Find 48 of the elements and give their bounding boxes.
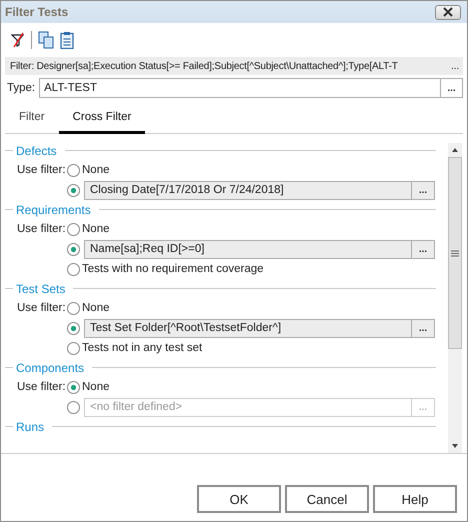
browse-button[interactable]: ... <box>411 240 434 258</box>
browse-button[interactable]: ... <box>411 182 434 198</box>
more-indicator: ... <box>451 60 459 72</box>
section-heading: Components <box>16 360 84 374</box>
radio-label[interactable]: None <box>82 164 110 176</box>
close-icon <box>441 7 455 17</box>
grip-icon <box>451 250 459 256</box>
scrollbar[interactable] <box>448 143 462 453</box>
radio-label[interactable]: Tests not in any test set <box>82 342 202 354</box>
radio-button[interactable] <box>67 322 80 334</box>
use-filter-label: Use filter: <box>17 381 66 393</box>
section-heading: Test Sets <box>16 282 66 296</box>
close-button[interactable] <box>435 4 461 20</box>
radio-label[interactable]: Tests with no requirement coverage <box>82 263 264 275</box>
dialog-button[interactable]: OK <box>197 485 281 513</box>
dialog-button[interactable]: Cancel <box>285 485 369 513</box>
radio-button[interactable] <box>67 222 80 236</box>
radio-label[interactable]: None <box>82 302 110 314</box>
use-filter-label: Use filter: <box>17 164 66 176</box>
use-filter-label: Use filter: <box>17 302 66 314</box>
tab[interactable]: Filter <box>5 103 59 134</box>
filter-summary: Filter: Designer[sa];Execution Status[>= Failed];Subject[^Subject\Unattached^];Type[ALT-T <box>10 60 398 72</box>
radio-label[interactable]: None <box>82 223 110 235</box>
radio-button[interactable] <box>67 342 80 354</box>
filter-field[interactable]: Closing Date[7/17/2018 Or 7/24/2018] ... <box>84 180 435 200</box>
radio-button[interactable] <box>67 184 80 196</box>
filter-field[interactable]: Name[sa];Req ID[>=0] ... <box>84 240 435 258</box>
use-filter-label: Use filter: <box>17 223 66 235</box>
copy-icon[interactable] <box>38 31 54 49</box>
scroll-thumb[interactable] <box>448 157 462 349</box>
filter-field[interactable]: Test Set Folder[^Root\TestsetFolder^] ... <box>84 318 435 338</box>
browse-button[interactable]: ... <box>411 320 434 336</box>
radio-label[interactable]: None <box>82 381 110 393</box>
radio-button[interactable] <box>67 302 80 314</box>
type-field[interactable]: ALT-TEST ... <box>39 78 463 98</box>
window-title: Filter Tests <box>5 5 68 19</box>
radio-button[interactable] <box>67 242 80 256</box>
dialog-button[interactable]: Help <box>373 485 457 513</box>
type-label: Type: <box>7 82 36 94</box>
clear-filter-icon[interactable] <box>11 32 25 48</box>
tab[interactable]: Cross Filter <box>58 103 146 134</box>
section-heading: Runs <box>16 420 44 434</box>
radio-button[interactable] <box>67 262 80 276</box>
clipboard-icon[interactable] <box>60 31 74 49</box>
section-heading: Requirements <box>16 202 91 216</box>
radio-button[interactable] <box>67 164 80 176</box>
radio-button[interactable] <box>67 380 80 394</box>
section-heading: Defects <box>16 144 57 158</box>
